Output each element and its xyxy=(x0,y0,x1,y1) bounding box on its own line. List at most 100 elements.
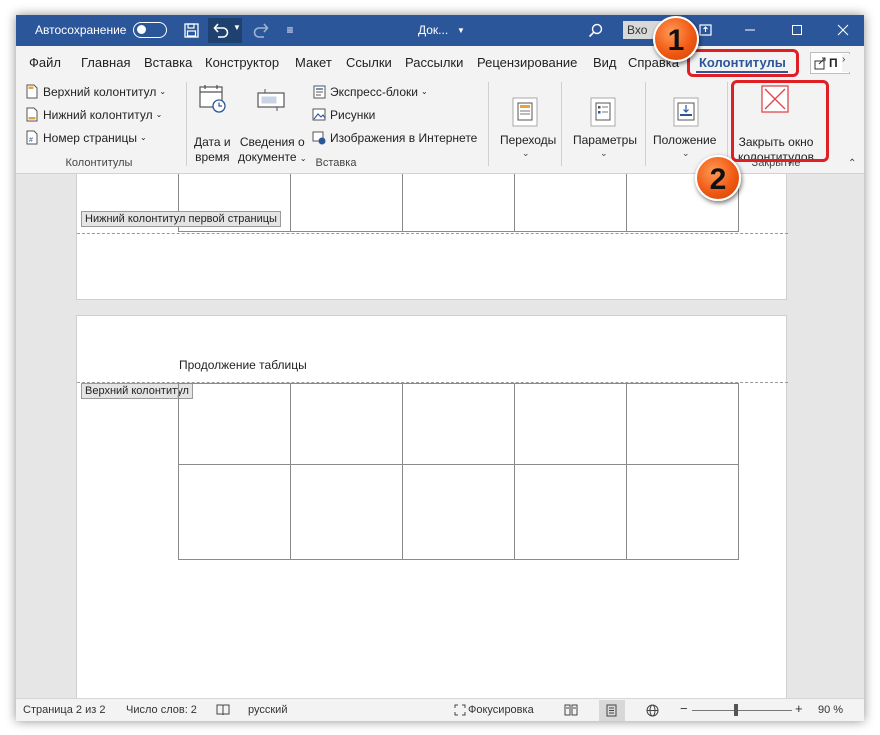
undo-button[interactable]: ▼ xyxy=(208,18,242,43)
collapse-ribbon-icon[interactable]: ⌃ xyxy=(848,158,856,169)
date-time-icon[interactable] xyxy=(197,83,229,118)
table-cell[interactable] xyxy=(626,464,739,560)
search-icon[interactable] xyxy=(586,21,604,39)
word-count[interactable]: Число слов: 2 xyxy=(126,704,197,716)
page-count[interactable]: Страница 2 из 2 xyxy=(23,704,105,716)
table-row xyxy=(178,464,739,560)
options-icon[interactable] xyxy=(590,97,616,130)
tab-mailings[interactable]: Рассылки xyxy=(405,55,463,70)
header-icon xyxy=(25,84,39,99)
group-label-vstavka: Вставка xyxy=(315,157,357,169)
customize-quick-access-icon[interactable]: ≡ xyxy=(281,21,299,39)
footer-button[interactable]: Нижний колонтитул ⌄ xyxy=(25,107,162,122)
title-dropdown-icon[interactable]: ▼ xyxy=(457,26,465,35)
tabs-scroll-right-icon[interactable]: › xyxy=(842,54,852,72)
quick-parts-button[interactable]: Экспресс-блоки ⌄ xyxy=(312,84,428,99)
page-1: Нижний колонтитул первой страницы xyxy=(76,174,788,300)
tab-review[interactable]: Рецензирование xyxy=(477,55,577,70)
ribbon-separator xyxy=(561,82,562,166)
position-dropdown-icon[interactable]: ⌄ xyxy=(682,148,690,159)
web-layout-icon[interactable] xyxy=(646,704,659,720)
table-cell[interactable] xyxy=(402,383,515,465)
document-info-icon[interactable] xyxy=(255,86,287,117)
online-pictures-button[interactable]: Изображения в Интернете xyxy=(312,130,477,145)
read-mode-icon[interactable] xyxy=(564,704,578,719)
zoom-in-button[interactable]: + xyxy=(795,701,803,716)
table-cell[interactable] xyxy=(514,464,627,560)
undo-dropdown-icon[interactable]: ▼ xyxy=(233,23,241,32)
redo-icon[interactable] xyxy=(252,21,270,39)
navigation-dropdown-icon[interactable]: ⌄ xyxy=(522,148,530,159)
focus-icon[interactable] xyxy=(454,704,466,719)
page-2: Продолжение таблицы Верхний колонтитул xyxy=(76,315,788,698)
table-cell[interactable] xyxy=(402,174,515,232)
ribbon-separator xyxy=(186,82,187,166)
date-time-label-2: время xyxy=(195,150,230,164)
table-cell[interactable] xyxy=(626,383,739,465)
quick-parts-label: Экспресс-блоки xyxy=(330,84,418,99)
table-cell[interactable] xyxy=(514,383,627,465)
title-bar: Автосохранение ▼ ≡ Док... ▼ Вхо xyxy=(16,15,864,46)
navigation-label[interactable]: Переходы xyxy=(500,133,556,148)
table-row xyxy=(178,383,739,465)
highlight-tab-header-footer xyxy=(687,49,799,77)
page-number-button-label: Номер страницы xyxy=(43,130,137,145)
page-number-icon: # xyxy=(25,130,39,145)
tab-layout[interactable]: Макет xyxy=(295,55,332,70)
navigation-icon[interactable] xyxy=(512,97,538,130)
print-layout-icon[interactable] xyxy=(606,704,617,720)
group-label-kolontituly: Колонтитулы xyxy=(65,157,133,169)
zoom-level[interactable]: 90 % xyxy=(818,704,843,716)
zoom-out-button[interactable]: − xyxy=(680,701,688,716)
tab-view[interactable]: Вид xyxy=(593,55,617,70)
online-pictures-label: Изображения в Интернете xyxy=(330,130,478,145)
table-cell[interactable] xyxy=(290,174,403,232)
minimize-icon[interactable] xyxy=(741,21,759,39)
page-number-dropdown-icon: ⌄ xyxy=(139,133,147,142)
focus-mode[interactable]: Фокусировка xyxy=(468,704,534,716)
position-icon[interactable] xyxy=(673,97,699,130)
pictures-button[interactable]: Рисунки xyxy=(312,107,375,122)
header-button-label: Верхний колонтитул xyxy=(43,84,157,99)
close-window-icon[interactable] xyxy=(834,21,852,39)
options-dropdown-icon[interactable]: ⌄ xyxy=(600,148,608,159)
ribbon-separator xyxy=(727,82,728,166)
status-bar: Страница 2 из 2 Число слов: 2 русский Фо… xyxy=(16,698,864,721)
tab-design[interactable]: Конструктор xyxy=(205,55,279,70)
save-icon[interactable] xyxy=(182,21,200,39)
header-dropdown-icon: ⌄ xyxy=(159,87,167,96)
zoom-slider-thumb[interactable] xyxy=(734,704,738,716)
table-cell[interactable] xyxy=(178,383,291,465)
quick-parts-dropdown-icon: ⌄ xyxy=(420,87,428,96)
date-time-label-1: Дата и xyxy=(194,135,231,149)
table-page-2 xyxy=(178,383,739,560)
zoom-slider[interactable] xyxy=(692,710,792,711)
position-label[interactable]: Положение xyxy=(653,133,716,148)
footer-tag: Нижний колонтитул первой страницы xyxy=(81,211,281,227)
tab-insert[interactable]: Вставка xyxy=(144,55,192,70)
options-label[interactable]: Параметры xyxy=(573,133,637,148)
pictures-icon xyxy=(312,107,326,122)
table-cell[interactable] xyxy=(290,464,403,560)
tab-references[interactable]: Ссылки xyxy=(346,55,392,70)
table-cell[interactable] xyxy=(514,174,627,232)
date-time-button[interactable]: Дата и время xyxy=(194,135,231,165)
autosave-toggle[interactable] xyxy=(133,22,167,38)
maximize-icon[interactable] xyxy=(788,21,806,39)
table-cell[interactable] xyxy=(178,464,291,560)
proofing-icon[interactable] xyxy=(216,704,230,719)
tab-home[interactable]: Главная xyxy=(81,55,130,70)
table-cell[interactable] xyxy=(402,464,515,560)
ribbon-separator xyxy=(645,82,646,166)
callout-badge-2: 2 xyxy=(695,155,741,201)
tab-file[interactable]: Файл xyxy=(29,55,61,70)
highlight-close-button xyxy=(731,80,829,162)
continuation-text[interactable]: Продолжение таблицы xyxy=(179,358,307,372)
page-number-button[interactable]: # Номер страницы ⌄ xyxy=(25,130,147,145)
language[interactable]: русский xyxy=(248,704,287,716)
document-title: Док... xyxy=(418,23,449,37)
document-area[interactable]: Нижний колонтитул первой страницы Продол… xyxy=(16,174,864,698)
header-button[interactable]: Верхний колонтитул ⌄ xyxy=(25,84,166,99)
svg-text:#: # xyxy=(29,137,33,144)
table-cell[interactable] xyxy=(290,383,403,465)
